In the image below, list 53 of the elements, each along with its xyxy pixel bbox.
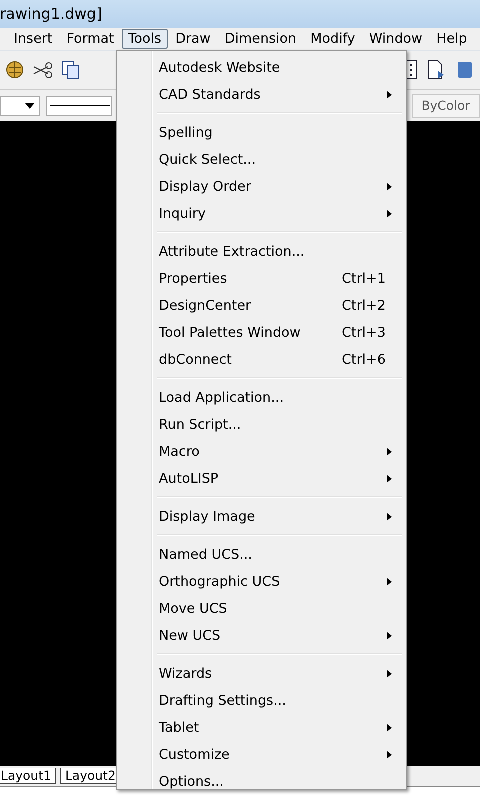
menu-option[interactable]: Spelling [119, 119, 404, 146]
submenu-arrow-icon [387, 670, 392, 678]
menu-option[interactable]: Display Order [119, 173, 404, 200]
layer-dropdown[interactable] [0, 96, 40, 116]
menu-option[interactable]: New UCS [119, 622, 404, 649]
menu-item[interactable]: Modify [304, 29, 362, 49]
menu-option[interactable]: Load Application... [119, 384, 404, 411]
menu-option[interactable]: Wizards [119, 660, 404, 687]
menu-option[interactable]: dbConnect Ctrl+6 [119, 346, 404, 373]
submenu-arrow-icon [387, 90, 392, 98]
menu-option[interactable]: Tablet [119, 714, 404, 741]
menu-item[interactable]: Help [430, 29, 474, 49]
menu-item[interactable]: Format [60, 29, 120, 49]
menu-option[interactable]: Orthographic UCS [119, 568, 404, 595]
linetype-dropdown[interactable] [46, 96, 112, 116]
menu-option[interactable]: Inquiry [119, 200, 404, 227]
menu-item[interactable]: Draw [170, 29, 217, 49]
copy-icon[interactable] [60, 59, 82, 81]
menu-option[interactable]: AutoLISP [119, 465, 404, 492]
menu-option[interactable]: Macro [119, 438, 404, 465]
menu-option[interactable]: Named UCS... [119, 541, 404, 568]
menu-option[interactable]: Tool Palettes Window Ctrl+3 [119, 319, 404, 346]
layout-tab[interactable]: Layout1 [0, 768, 56, 784]
menu-option[interactable]: Drafting Settings... [119, 687, 404, 714]
menu-option[interactable]: Run Script... [119, 411, 404, 438]
menu-option[interactable]: Customize [119, 741, 404, 768]
menu-option[interactable]: Attribute Extraction... [119, 238, 404, 265]
window-title: rawing1.dwg] [0, 5, 102, 23]
submenu-arrow-icon [387, 448, 392, 456]
submenu-arrow-icon [387, 182, 392, 190]
menu-option[interactable]: Options... [119, 768, 404, 795]
menu-option[interactable]: Autodesk Website [119, 54, 404, 81]
menu-item[interactable]: Tools [122, 29, 168, 49]
menu-item[interactable]: Window [363, 29, 429, 49]
menu-option[interactable]: Move UCS [119, 595, 404, 622]
menu-option[interactable]: Properties Ctrl+1 [119, 265, 404, 292]
globe-icon[interactable] [4, 59, 26, 81]
caret-icon [25, 102, 35, 108]
menu-option[interactable]: Quick Select... [119, 146, 404, 173]
submenu-arrow-icon [387, 578, 392, 586]
submenu-arrow-icon [387, 724, 392, 732]
menu-option[interactable]: CAD Standards [119, 81, 404, 108]
menu-item[interactable]: Dimension [218, 29, 303, 49]
line-sample-icon [50, 104, 110, 108]
submenu-arrow-icon [387, 750, 392, 758]
menu-option[interactable]: Display Image [119, 503, 404, 530]
submenu-arrow-icon [387, 512, 392, 520]
menu-option[interactable]: DesignCenter Ctrl+2 [119, 292, 404, 319]
menu-item[interactable]: Insert [8, 29, 59, 49]
submenu-arrow-icon [387, 210, 392, 218]
submenu-arrow-icon [387, 632, 392, 640]
submenu-arrow-icon [387, 474, 392, 482]
color-dropdown[interactable]: ByColor [412, 94, 480, 118]
